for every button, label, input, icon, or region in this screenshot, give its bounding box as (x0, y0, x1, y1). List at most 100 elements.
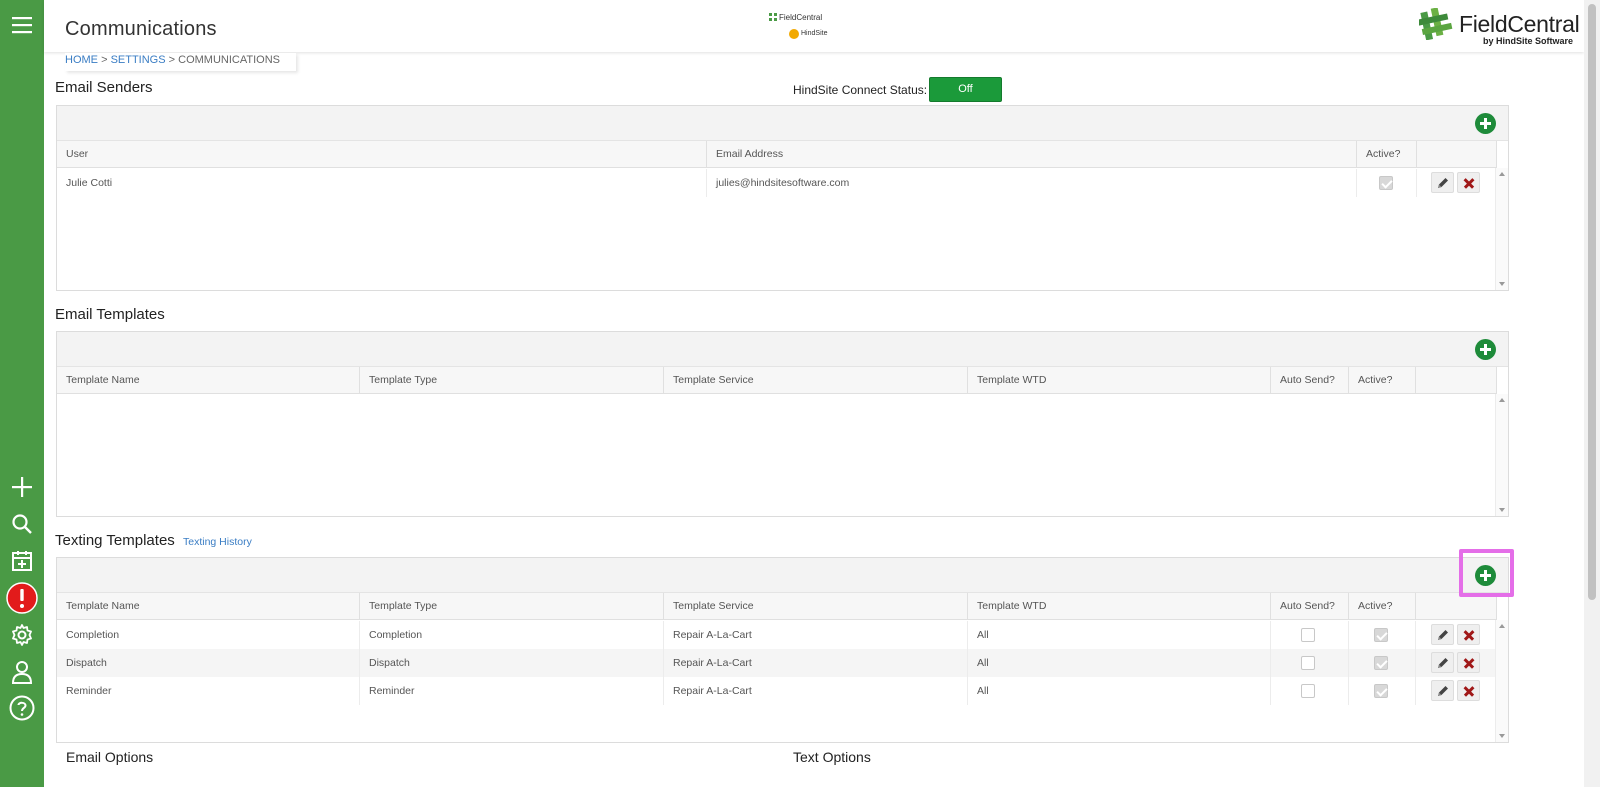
delete-button[interactable] (1457, 652, 1480, 673)
add-email-sender-button[interactable] (1475, 113, 1496, 134)
column-header-active[interactable]: Active? (1357, 141, 1417, 168)
brand-subtitle: by HindSite Software (1483, 36, 1574, 46)
delete-button[interactable] (1457, 680, 1480, 701)
texting-templates-grid: Template Name Template Type Template Ser… (56, 557, 1509, 743)
alert-icon[interactable] (6, 582, 38, 614)
email-options-title: Email Options (66, 749, 154, 765)
table-row[interactable]: Julie Cotti julies@hindsitesoftware.com (57, 169, 1497, 197)
help-icon[interactable] (6, 692, 38, 724)
cell-auto-send (1271, 677, 1349, 705)
cell-active (1349, 677, 1416, 705)
cell-active (1349, 649, 1416, 677)
email-senders-title: Email Senders (55, 79, 153, 96)
grid-scrollbar[interactable] (1495, 620, 1508, 742)
grid-toolbar (57, 332, 1508, 367)
email-senders-grid: User Email Address Active? Julie Cotti j… (56, 105, 1509, 291)
scroll-up-icon[interactable] (1499, 624, 1505, 628)
column-header-template-service[interactable]: Template Service (664, 593, 968, 620)
user-icon[interactable] (6, 656, 38, 688)
connect-status-label: HindSite Connect Status: (793, 83, 928, 97)
page-scrollbar[interactable] (1584, 0, 1600, 787)
center-logo-line2: HindSite (801, 30, 828, 37)
cell-template-service: Repair A-La-Cart (664, 677, 968, 705)
grid-header: User Email Address Active? (57, 141, 1497, 168)
page-scrollbar-thumb[interactable] (1588, 4, 1596, 600)
column-header-email[interactable]: Email Address (707, 141, 1357, 168)
grid-scrollbar[interactable] (1495, 168, 1508, 290)
texting-history-link[interactable]: Texting History (183, 536, 252, 548)
plus-icon[interactable] (6, 471, 38, 503)
column-header-auto-send[interactable]: Auto Send? (1271, 593, 1349, 620)
delete-button[interactable] (1457, 172, 1480, 193)
add-email-template-button[interactable] (1475, 339, 1496, 360)
column-header-template-name[interactable]: Template Name (57, 593, 360, 620)
edit-button[interactable] (1431, 624, 1454, 645)
column-header-template-type[interactable]: Template Type (360, 367, 664, 394)
scroll-down-icon[interactable] (1499, 282, 1505, 286)
scroll-down-icon[interactable] (1499, 508, 1505, 512)
pencil-icon (1438, 178, 1448, 188)
brand-name: FieldCentral (1459, 11, 1580, 37)
gear-icon[interactable] (6, 619, 38, 651)
column-header-template-name[interactable]: Template Name (57, 367, 360, 394)
highlight-box (1459, 549, 1514, 597)
column-header-template-type[interactable]: Template Type (360, 593, 664, 620)
column-header-template-wtd[interactable]: Template WTD (968, 367, 1271, 394)
edit-button[interactable] (1431, 652, 1454, 673)
active-checkbox (1374, 684, 1388, 698)
column-header-actions (1416, 593, 1497, 620)
connect-status-toggle[interactable]: Off (929, 77, 1002, 102)
brand-mark-icon (1419, 8, 1453, 40)
edit-button[interactable] (1431, 680, 1454, 701)
sidebar (0, 0, 44, 787)
cell-active (1357, 169, 1417, 197)
column-header-auto-send[interactable]: Auto Send? (1271, 367, 1349, 394)
edit-button[interactable] (1431, 172, 1454, 193)
cell-auto-send (1271, 649, 1349, 677)
grid-header: Template Name Template Type Template Ser… (57, 593, 1497, 620)
cell-template-name: Dispatch (57, 649, 360, 677)
breadcrumb-current: COMMUNICATIONS (178, 54, 280, 66)
cell-template-name: Reminder (57, 677, 360, 705)
center-logo-line1: FieldCentral (779, 13, 823, 22)
column-header-active[interactable]: Active? (1349, 367, 1416, 394)
grid-scrollbar[interactable] (1495, 394, 1508, 516)
breadcrumb-settings[interactable]: SETTINGS (111, 54, 166, 66)
texting-templates-title: Texting Templates (55, 532, 175, 549)
calendar-add-icon[interactable] (6, 545, 38, 577)
delete-button[interactable] (1457, 624, 1480, 645)
scroll-up-icon[interactable] (1499, 172, 1505, 176)
breadcrumb-separator: > (101, 54, 108, 66)
column-header-template-wtd[interactable]: Template WTD (968, 593, 1271, 620)
cell-template-type: Completion (360, 621, 664, 649)
column-header-actions (1417, 141, 1497, 168)
scroll-down-icon[interactable] (1499, 734, 1505, 738)
auto-send-checkbox (1301, 656, 1315, 670)
cell-user: Julie Cotti (57, 169, 707, 197)
cell-active (1349, 621, 1416, 649)
search-icon[interactable] (6, 508, 38, 540)
table-row[interactable]: Reminder Reminder Repair A-La-Cart All (57, 677, 1497, 705)
grid-header: Template Name Template Type Template Ser… (57, 367, 1497, 394)
cell-template-type: Reminder (360, 677, 664, 705)
top-bar: Communications FieldCentral HindSite Fie… (44, 0, 1584, 52)
breadcrumb-home[interactable]: HOME (65, 54, 98, 66)
active-checkbox (1374, 628, 1388, 642)
column-header-user[interactable]: User (57, 141, 707, 168)
column-header-active[interactable]: Active? (1349, 593, 1416, 620)
email-templates-title: Email Templates (55, 306, 165, 323)
breadcrumb: HOME > SETTINGS > COMMUNICATIONS (65, 53, 296, 71)
cell-template-service: Repair A-La-Cart (664, 621, 968, 649)
cell-template-service: Repair A-La-Cart (664, 649, 968, 677)
email-templates-grid: Template Name Template Type Template Ser… (56, 331, 1509, 517)
breadcrumb-separator: > (168, 54, 176, 66)
scroll-up-icon[interactable] (1499, 398, 1505, 402)
main-content: Communications FieldCentral HindSite Fie… (44, 0, 1584, 787)
column-header-template-service[interactable]: Template Service (664, 367, 968, 394)
cell-template-name: Completion (57, 621, 360, 649)
table-row[interactable]: Dispatch Dispatch Repair A-La-Cart All (57, 649, 1497, 677)
cell-template-wtd: All (968, 621, 1271, 649)
menu-icon[interactable] (6, 9, 38, 41)
table-row[interactable]: Completion Completion Repair A-La-Cart A… (57, 621, 1497, 649)
cell-template-wtd: All (968, 677, 1271, 705)
